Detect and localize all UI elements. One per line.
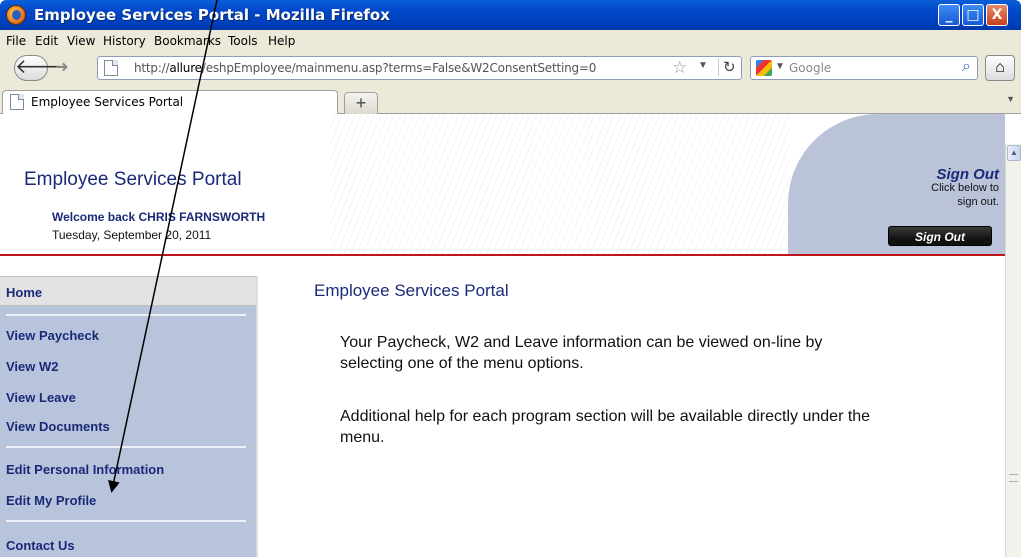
- reload-icon[interactable]: ↻: [718, 58, 736, 76]
- sidebar-item-edit-my-profile[interactable]: Edit My Profile: [6, 493, 96, 508]
- tab-list-icon[interactable]: ▼: [1006, 94, 1015, 104]
- sidebar-item-contact-us[interactable]: Contact Us: [6, 538, 75, 553]
- back-button[interactable]: 🡐: [14, 55, 69, 81]
- url-text[interactable]: http://allure/eshpEmployee/mainmenu.asp?…: [134, 61, 596, 75]
- url-host: allure: [169, 61, 202, 75]
- sidebar-menu: Home View Paycheck View W2 View Leave Vi…: [0, 276, 258, 557]
- main-title: Employee Services Portal: [314, 281, 509, 300]
- url-path: /eshpEmployee/mainmenu.asp?terms=False&W…: [201, 61, 597, 75]
- url-dropdown-icon[interactable]: ▼: [698, 60, 708, 71]
- window-title: Employee Services Portal - Mozilla Firef…: [34, 6, 390, 24]
- signout-button[interactable]: Sign Out: [888, 226, 992, 246]
- sidebar-separator: [6, 446, 246, 448]
- sidebar-item-view-documents[interactable]: View Documents: [6, 419, 110, 434]
- new-tab-button[interactable]: +: [344, 92, 378, 114]
- menu-view[interactable]: View: [67, 34, 95, 48]
- sidebar-item-edit-personal-information[interactable]: Edit Personal Information: [6, 462, 164, 477]
- url-prefix: http://: [134, 61, 170, 75]
- signout-hint-line2: sign out.: [957, 196, 999, 208]
- search-icon[interactable]: ⌕: [962, 58, 971, 76]
- help-paragraph: Additional help for each program section…: [340, 408, 871, 446]
- forward-icon: ➜: [55, 59, 69, 76]
- current-date: Tuesday, September 20, 2011: [52, 228, 212, 242]
- page-content: Sign Out Click below to sign out. Sign O…: [0, 114, 1005, 557]
- title-bar: Employee Services Portal - Mozilla Firef…: [0, 0, 1021, 30]
- firefox-icon: [6, 5, 26, 25]
- back-forward-group: 🡐 ➜: [14, 55, 92, 81]
- vertical-scrollbar[interactable]: ▲: [1005, 144, 1021, 557]
- signout-title[interactable]: Sign Out: [937, 166, 1000, 183]
- new-tab-icon: +: [355, 93, 367, 113]
- navigation-bar: 🡐 ➜ http://allure/eshpEmployee/mainmenu.…: [0, 52, 1021, 84]
- page-icon: [104, 60, 118, 76]
- url-bar[interactable]: http://allure/eshpEmployee/mainmenu.asp?…: [97, 56, 742, 80]
- menu-bar: File Edit View History Bookmarks Tools H…: [0, 30, 1021, 52]
- portal-header: Sign Out Click below to sign out. Sign O…: [0, 114, 1005, 254]
- portal-title: Employee Services Portal: [24, 169, 242, 190]
- google-icon[interactable]: [756, 60, 772, 76]
- sidebar-item-label[interactable]: Home: [6, 285, 42, 300]
- menu-history[interactable]: History: [103, 34, 146, 48]
- star-icon[interactable]: ☆: [672, 58, 687, 78]
- tab-bar: Employee Services Portal + ▼: [0, 84, 1021, 114]
- search-bar[interactable]: ▼ Google ⌕: [750, 56, 978, 80]
- minimize-button[interactable]: _: [938, 4, 960, 26]
- menu-help[interactable]: Help: [268, 34, 295, 48]
- scroll-up-icon[interactable]: ▲: [1007, 145, 1021, 161]
- sidebar-separator: [6, 314, 246, 316]
- forward-button[interactable]: ➜: [50, 59, 74, 77]
- close-button[interactable]: X: [986, 4, 1008, 26]
- tab-label: Employee Services Portal: [31, 95, 184, 109]
- tab-employee-services-portal[interactable]: Employee Services Portal: [2, 90, 338, 114]
- sidebar-item-view-paycheck[interactable]: View Paycheck: [6, 328, 99, 343]
- menu-bookmarks[interactable]: Bookmarks: [154, 34, 221, 48]
- home-button[interactable]: ⌂: [985, 55, 1015, 81]
- signout-hint-line1: Click below to: [931, 182, 999, 194]
- intro-paragraph: Your Paycheck, W2 and Leave information …: [340, 334, 823, 372]
- search-engine-dropdown-icon[interactable]: ▼: [775, 61, 785, 72]
- header-divider: [0, 254, 1005, 256]
- page-icon: [10, 94, 24, 110]
- home-icon: ⌂: [995, 59, 1005, 76]
- menu-tools[interactable]: Tools: [228, 34, 258, 48]
- menu-edit[interactable]: Edit: [35, 34, 58, 48]
- welcome-message: Welcome back CHRIS FARNSWORTH: [52, 210, 266, 224]
- menu-file[interactable]: File: [6, 34, 26, 48]
- sidebar-item-view-w2[interactable]: View W2: [6, 359, 59, 374]
- sidebar-item-home[interactable]: Home: [0, 276, 256, 306]
- header-pattern: [330, 114, 790, 254]
- maximize-button[interactable]: □: [962, 4, 984, 26]
- sidebar-separator: [6, 520, 246, 522]
- search-input[interactable]: Google: [789, 61, 831, 75]
- scroll-grip[interactable]: [1009, 474, 1018, 482]
- sidebar-item-view-leave[interactable]: View Leave: [6, 390, 76, 405]
